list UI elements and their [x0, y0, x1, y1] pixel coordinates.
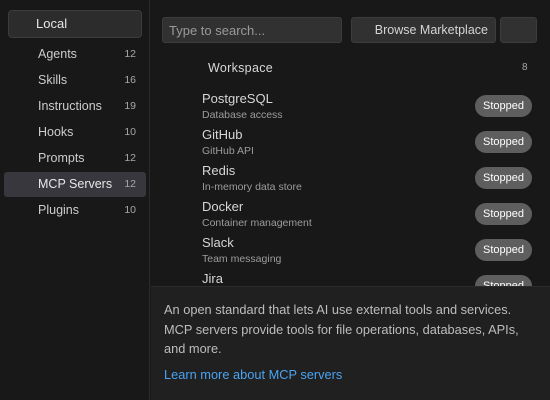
sidebar-item-label: Skills — [38, 73, 68, 87]
server-name: Jira — [202, 271, 223, 286]
search-input[interactable] — [162, 17, 342, 43]
server-item-github[interactable]: GitHub GitHub API Stopped — [151, 123, 550, 159]
server-name: Docker — [202, 199, 244, 214]
sidebar-item-plugins[interactable]: Plugins 10 — [4, 198, 146, 223]
server-name: Slack — [202, 235, 234, 250]
sidebar-item-count: 12 — [124, 178, 136, 190]
sidebar-item-prompts[interactable]: Prompts 12 — [4, 146, 146, 171]
server-item-redis[interactable]: Redis In-memory data store Stopped — [151, 159, 550, 195]
learn-more-link[interactable]: Learn more about MCP servers — [164, 367, 342, 382]
toolbar-action-button[interactable] — [500, 17, 537, 43]
status-badge[interactable]: Stopped — [475, 131, 532, 153]
sidebar-item-skills[interactable]: Skills 16 — [4, 68, 146, 93]
server-item-docker[interactable]: Docker Container management Stopped — [151, 195, 550, 231]
server-item-jira[interactable]: Jira Stopped — [151, 267, 550, 286]
status-badge[interactable]: Stopped — [475, 203, 532, 225]
status-badge[interactable]: Stopped — [475, 167, 532, 189]
browse-marketplace-label: Browse Marketplace — [374, 23, 488, 37]
sidebar-item-label: Agents — [38, 47, 77, 61]
sidebar-item-label: MCP Servers — [38, 177, 113, 191]
server-description: Database access — [202, 109, 283, 121]
server-description: GitHub API — [202, 145, 254, 157]
sidebar-item-count: 10 — [124, 126, 136, 138]
sidebar-item-instructions[interactable]: Instructions 19 — [4, 94, 146, 119]
scope-selector-button[interactable]: Local — [8, 10, 142, 38]
server-list: PostgreSQL Database access Stopped GitHu… — [151, 85, 550, 286]
server-name: PostgreSQL — [202, 91, 273, 106]
info-description: An open standard that lets AI use extern… — [164, 302, 519, 356]
sidebar-item-count: 12 — [124, 48, 136, 60]
server-description: Team messaging — [202, 253, 282, 265]
server-name: Redis — [202, 163, 236, 178]
main-panel: Browse Marketplace Workspace 8 PostgreSQ… — [151, 0, 550, 400]
server-name: GitHub — [202, 127, 243, 142]
sidebar-item-count: 12 — [124, 152, 136, 164]
server-item-slack[interactable]: Slack Team messaging Stopped — [151, 231, 550, 267]
server-description: In-memory data store — [202, 181, 302, 193]
browse-marketplace-button[interactable]: Browse Marketplace — [351, 17, 496, 43]
sidebar: Local Agents 12 Skills 16 Instructions 1… — [0, 0, 150, 400]
workspace-count: 8 — [522, 62, 528, 73]
sidebar-item-label: Instructions — [38, 99, 102, 113]
status-badge[interactable]: Stopped — [475, 275, 532, 286]
workspace-section-title[interactable]: Workspace — [208, 61, 273, 75]
server-description: Container management — [202, 217, 312, 229]
server-item-postgresql[interactable]: PostgreSQL Database access Stopped — [151, 87, 550, 123]
info-panel: An open standard that lets AI use extern… — [151, 286, 550, 400]
sidebar-item-hooks[interactable]: Hooks 10 — [4, 120, 146, 145]
scope-selector-label: Local — [36, 16, 68, 31]
sidebar-item-count: 19 — [124, 100, 136, 112]
status-badge[interactable]: Stopped — [475, 95, 532, 117]
sidebar-item-agents[interactable]: Agents 12 — [4, 42, 146, 67]
status-badge[interactable]: Stopped — [475, 239, 532, 261]
sidebar-item-mcp-servers[interactable]: MCP Servers 12 — [4, 172, 146, 197]
sidebar-item-label: Hooks — [38, 125, 74, 139]
sidebar-item-label: Prompts — [38, 151, 85, 165]
sidebar-item-count: 16 — [124, 74, 136, 86]
sidebar-item-count: 10 — [124, 204, 136, 216]
sidebar-item-label: Plugins — [38, 203, 79, 217]
